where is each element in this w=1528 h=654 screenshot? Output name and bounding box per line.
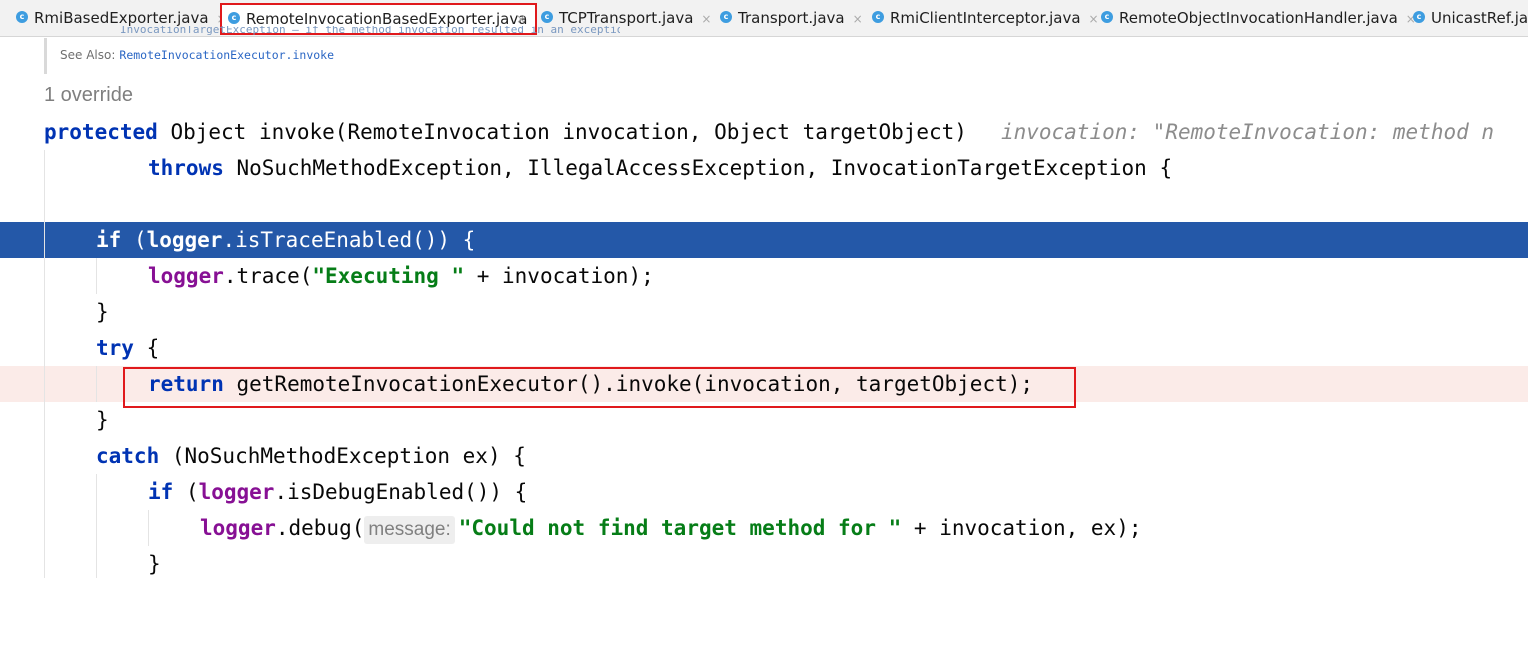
code-line: logger.debug(message: "Could not find tar… — [0, 510, 1528, 546]
code-line: } — [0, 546, 1528, 582]
javadoc-fragment: InvocationTargetException – if the metho… — [120, 26, 620, 36]
close-icon[interactable]: × — [516, 12, 526, 26]
code-text: NoSuchMethodException, IllegalAccessExce… — [223, 156, 1173, 180]
tab-remote-object-invocation-handler[interactable]: c RemoteObjectInvocationHandler.java × — [1101, 0, 1416, 36]
tab-unicast-ref[interactable]: c UnicastRef.java — [1413, 0, 1528, 36]
code-line: try { — [0, 330, 1528, 366]
class-icon: c — [541, 10, 553, 23]
tab-rmi-client-interceptor[interactable]: c RmiClientInterceptor.java × — [872, 0, 1099, 36]
tab-label: RmiBasedExporter.java — [34, 9, 209, 27]
code-text: } — [96, 408, 109, 432]
tab-label: TCPTransport.java — [559, 9, 694, 27]
class-icon: c — [228, 11, 240, 24]
class-icon: c — [1413, 10, 1425, 23]
close-icon[interactable]: × — [701, 12, 711, 26]
field-ref: logger — [198, 480, 275, 504]
code-line-selected: if (logger.isTraceEnabled()) { — [0, 222, 1528, 258]
indent-guide — [148, 510, 149, 546]
close-icon[interactable]: × — [853, 12, 863, 26]
code-line: } — [0, 294, 1528, 330]
indent-guide — [96, 474, 97, 578]
see-also-link[interactable]: RemoteInvocationExecutor.invoke — [119, 48, 334, 62]
tab-label: RemoteObjectInvocationHandler.java — [1119, 9, 1398, 27]
keyword: protected — [44, 120, 158, 144]
tab-label: Transport.java — [738, 9, 845, 27]
code-line: if (logger.isDebugEnabled()) { — [0, 474, 1528, 510]
code-text: ( — [173, 480, 199, 504]
see-also-label: See Also: — [60, 48, 116, 62]
keyword: if — [148, 480, 174, 504]
code-text: } — [148, 552, 161, 576]
keyword: return — [148, 372, 224, 396]
javadoc-see-also: See Also: RemoteInvocationExecutor.invoke — [60, 48, 334, 62]
close-icon[interactable]: × — [1089, 12, 1099, 26]
tab-transport[interactable]: c Transport.java × — [720, 0, 863, 36]
code-text: + invocation); — [464, 264, 654, 288]
code-line: } — [0, 402, 1528, 438]
keyword: catch — [96, 444, 160, 468]
inlay-value-hint: invocation: "RemoteInvocation: method n — [1000, 120, 1495, 144]
javadoc-bar — [44, 38, 47, 74]
code-text: { — [133, 336, 160, 360]
code-text: + invocation, ex); — [901, 516, 1142, 540]
code-line: logger.trace("Executing " + invocation); — [0, 258, 1528, 294]
code-text: .debug( — [275, 516, 365, 540]
code-text: Object invoke(RemoteInvocation invocatio… — [157, 120, 967, 144]
class-icon: c — [720, 10, 732, 23]
field-ref: logger — [148, 264, 224, 288]
string-literal: "Executing " — [312, 264, 465, 288]
code-text: } — [96, 300, 109, 324]
code-text: (NoSuchMethodException ex) { — [159, 444, 526, 468]
class-icon: c — [872, 10, 884, 23]
class-icon: c — [16, 10, 28, 23]
keyword: try — [96, 336, 134, 360]
code-text: getRemoteInvocationExecutor().invoke(inv… — [223, 372, 1034, 396]
indent-guide — [44, 150, 45, 578]
keyword: throws — [148, 156, 224, 180]
code-line-current: return getRemoteInvocationExecutor().inv… — [0, 366, 1528, 402]
code-line: protected Object invoke(RemoteInvocation… — [0, 114, 1528, 150]
field-ref: logger — [146, 228, 223, 252]
indent-guide — [96, 258, 97, 294]
tab-label: RmiClientInterceptor.java — [890, 9, 1081, 27]
indent-guide — [96, 366, 97, 402]
code-text: .isDebugEnabled()) { — [274, 480, 528, 504]
override-hint[interactable]: 1 override — [44, 84, 133, 107]
tab-label: UnicastRef.java — [1431, 9, 1528, 27]
keyword: if — [96, 228, 122, 252]
code-text: .isTraceEnabled()) { — [222, 228, 476, 252]
class-icon: c — [1101, 10, 1113, 23]
string-literal: "Could not find target method for " — [458, 516, 902, 540]
code-line: catch (NoSuchMethodException ex) { — [0, 438, 1528, 474]
code-line: throws NoSuchMethodException, IllegalAcc… — [0, 150, 1528, 186]
parameter-hint: message: — [364, 516, 455, 544]
code-text: ( — [121, 228, 147, 252]
code-editor[interactable]: protected Object invoke(RemoteInvocation… — [0, 114, 1528, 582]
field-ref: logger — [200, 516, 276, 540]
code-text: .trace( — [223, 264, 313, 288]
